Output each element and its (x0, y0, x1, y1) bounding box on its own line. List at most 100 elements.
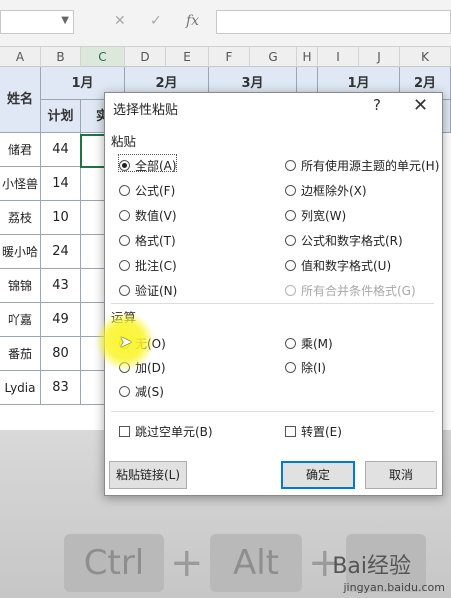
paste-special-dialog: 选择性粘贴 ? ✕ 粘贴 全部(A) 公式(F) 数值(V) 格式(T) 批注(C) 验证… (104, 92, 443, 496)
radio-label: 验证(N) (135, 284, 178, 298)
plan-cell[interactable]: 80 (41, 337, 81, 371)
column-header[interactable]: D (125, 47, 166, 67)
name-cell[interactable]: Lydia (0, 371, 41, 405)
paste-option[interactable]: 列宽(W) (285, 207, 346, 225)
separator (111, 303, 434, 304)
radio-button[interactable] (119, 210, 130, 221)
name-cell[interactable]: 储君 (0, 133, 41, 167)
ok-button[interactable]: 确定 (281, 461, 355, 489)
enter-icon[interactable]: ✓ (150, 13, 162, 29)
plan-cell[interactable]: 49 (41, 303, 81, 337)
radio-button[interactable] (119, 185, 130, 196)
column-header[interactable]: B (41, 47, 81, 67)
paste-link-button[interactable]: 粘贴链接(L) (109, 461, 187, 489)
paste-option[interactable]: 数值(V) (119, 207, 177, 225)
radio-button[interactable] (119, 386, 130, 397)
name-cell[interactable]: 小怪兽 (0, 167, 41, 201)
mouse-pointer-icon: ➤ (119, 332, 133, 351)
name-cell[interactable]: 暖小哈 (0, 235, 41, 269)
radio-button[interactable] (119, 235, 130, 246)
operation-option[interactable]: 乘(M) (285, 335, 333, 353)
close-icon[interactable]: ✕ (413, 95, 428, 116)
column-header[interactable]: I (318, 47, 359, 67)
radio-label: 减(S) (135, 385, 164, 399)
paste-option[interactable]: 格式(T) (119, 232, 176, 250)
dialog-title: 选择性粘贴 (113, 103, 179, 118)
plan-cell[interactable]: 14 (41, 167, 81, 201)
paste-section-label: 粘贴 (111, 134, 137, 149)
radio-label: 数值(V) (135, 209, 177, 223)
cancel-button[interactable]: 取消 (365, 461, 437, 489)
radio-label: 边框除外(X) (301, 184, 367, 198)
watermark-logo: Bai经验 (332, 554, 411, 579)
paste-option[interactable]: 公式(F) (119, 182, 175, 200)
column-header[interactable]: J (359, 47, 400, 67)
operation-option[interactable]: 减(S) (119, 383, 164, 401)
name-box[interactable]: ▼ (0, 10, 74, 34)
alt-key: Alt (210, 534, 302, 592)
radio-button[interactable] (285, 260, 296, 271)
name-cell[interactable]: 番茄 (0, 337, 41, 371)
column-header[interactable]: K (400, 47, 451, 67)
paste-option[interactable]: 所有使用源主题的单元(H) (285, 157, 439, 175)
paste-option[interactable]: 公式和数字格式(R) (285, 232, 403, 250)
paste-option[interactable]: 边框除外(X) (285, 182, 367, 200)
plan-cell[interactable]: 24 (41, 235, 81, 269)
column-header[interactable]: A (0, 47, 41, 67)
radio-button[interactable] (285, 210, 296, 221)
plan-cell[interactable]: 83 (41, 371, 81, 405)
name-cell[interactable]: 荔枝 (0, 201, 41, 235)
radio-button[interactable] (119, 160, 130, 171)
column-header[interactable]: C (81, 47, 125, 67)
paste-option: 所有合并条件格式(G) (285, 282, 416, 300)
ctrl-key: Ctrl (64, 534, 164, 592)
chevron-down-icon[interactable]: ▼ (61, 15, 69, 26)
plan-cell[interactable]: 43 (41, 269, 81, 303)
radio-button[interactable] (285, 160, 296, 171)
column-header[interactable]: H (297, 47, 318, 67)
name-cell[interactable]: 吖嘉 (0, 303, 41, 337)
column-header[interactable]: E (166, 47, 209, 67)
radio-button[interactable] (285, 235, 296, 246)
paste-option[interactable]: 值和数字格式(U) (285, 257, 391, 275)
operation-option[interactable]: 除(I) (285, 359, 326, 377)
paste-option[interactable]: 批注(C) (119, 257, 177, 275)
radio-label: 乘(M) (301, 337, 333, 351)
column-header[interactable]: F (209, 47, 250, 67)
radio-label: 所有使用源主题的单元(H) (301, 159, 440, 173)
radio-button[interactable] (285, 185, 296, 196)
formula-bar: ▼ ✕ ✓ fx (0, 0, 451, 47)
radio-button (285, 285, 296, 296)
radio-button[interactable] (285, 362, 296, 373)
skip-blanks-checkbox[interactable]: 跳过空单元(B) (119, 423, 213, 441)
radio-label: 除(I) (301, 361, 326, 375)
radio-label: 公式(F) (135, 184, 176, 198)
plan-cell[interactable]: 10 (41, 201, 81, 235)
paste-option[interactable]: 验证(N) (119, 282, 177, 300)
transpose-checkbox[interactable]: 转置(E) (285, 423, 342, 441)
radio-label: 批注(C) (135, 259, 177, 273)
plan-cell[interactable]: 44 (41, 133, 81, 167)
radio-label: 列宽(W) (301, 209, 347, 223)
separator (111, 411, 434, 412)
radio-button[interactable] (119, 260, 130, 271)
radio-button[interactable] (119, 285, 130, 296)
plus-sign: + (170, 540, 204, 586)
formula-input[interactable] (216, 10, 451, 34)
function-icon[interactable]: fx (186, 13, 199, 29)
radio-button[interactable] (285, 338, 296, 349)
radio-label: 所有合并条件格式(G) (301, 284, 416, 298)
checkbox[interactable] (285, 426, 296, 437)
cancel-icon[interactable]: ✕ (114, 13, 126, 29)
radio-label: 值和数字格式(U) (301, 259, 392, 273)
help-icon[interactable]: ? (373, 96, 381, 114)
radio-label: 公式和数字格式(R) (301, 234, 403, 248)
checkbox-label: 跳过空单元(B) (135, 425, 213, 439)
radio-label: 全部(A) (135, 159, 177, 173)
name-cell[interactable]: 锦锦 (0, 269, 41, 303)
name-header[interactable]: 姓名 (0, 67, 41, 133)
checkbox[interactable] (119, 426, 130, 437)
paste-option[interactable]: 全部(A) (119, 157, 177, 175)
sub-header-plan[interactable]: 计划 (41, 100, 81, 133)
column-header[interactable]: G (250, 47, 297, 67)
